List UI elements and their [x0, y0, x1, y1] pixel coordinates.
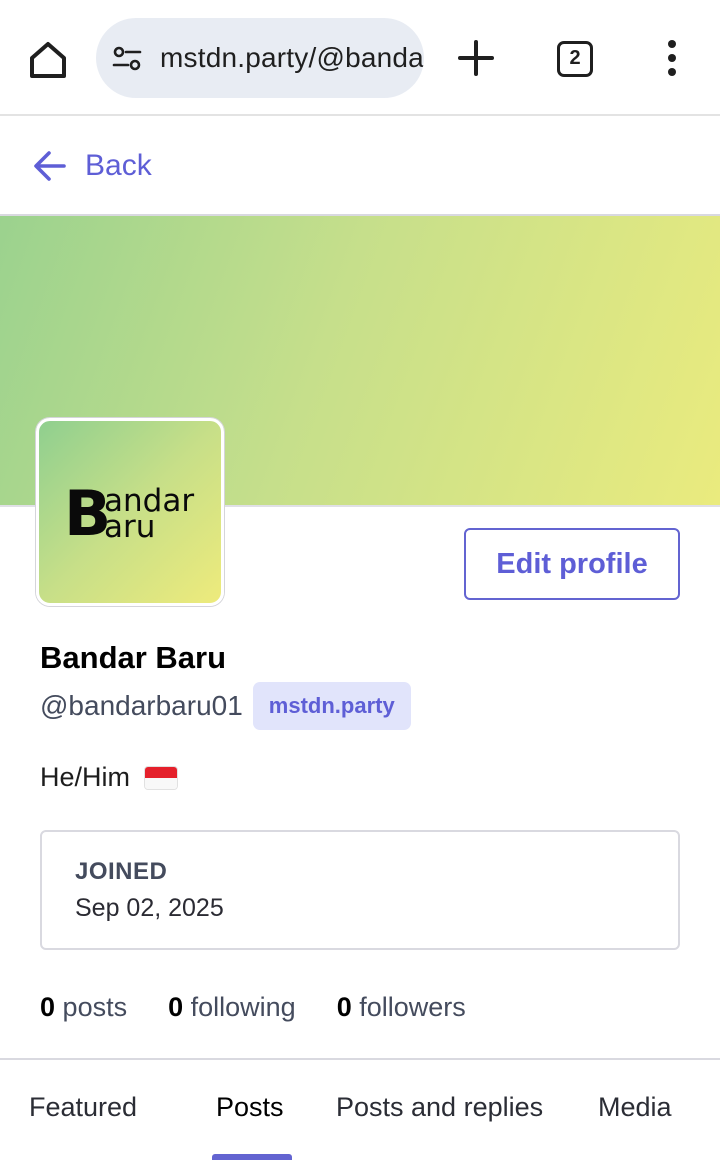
- arrow-left-icon: [34, 151, 66, 181]
- following-count-link[interactable]: 0 following: [168, 992, 296, 1023]
- column-header: Back: [0, 116, 720, 216]
- joined-label: JOINED: [75, 858, 168, 885]
- avatar-initial: B: [64, 477, 111, 550]
- tab-featured[interactable]: Featured: [29, 1092, 137, 1123]
- display-name: Bandar Baru: [40, 640, 227, 675]
- back-label: Back: [85, 149, 152, 182]
- account-handle: @bandarbaru01: [40, 690, 243, 721]
- more-menu-icon[interactable]: [660, 38, 684, 78]
- browser-toolbar: mstdn.party/@bandarbaru01 2: [0, 0, 720, 116]
- avatar-text-line2: aru: [104, 509, 156, 545]
- home-icon[interactable]: [24, 36, 72, 84]
- new-tab-icon[interactable]: [456, 38, 496, 78]
- tab-media[interactable]: Media: [598, 1092, 672, 1123]
- back-button[interactable]: Back: [32, 146, 152, 186]
- active-tab-indicator: [212, 1154, 292, 1160]
- joined-field: JOINED Sep 02, 2025: [40, 830, 680, 950]
- tab-posts-and-replies[interactable]: Posts and replies: [336, 1092, 543, 1123]
- tab-switcher-button[interactable]: 2: [557, 41, 593, 77]
- joined-date: Sep 02, 2025: [75, 894, 224, 922]
- posts-count-link[interactable]: 0 posts: [40, 992, 127, 1023]
- tab-posts[interactable]: Posts: [216, 1092, 284, 1123]
- indonesia-flag-icon: [144, 765, 179, 790]
- address-bar[interactable]: mstdn.party/@bandarbaru01: [96, 18, 424, 98]
- followers-count-link[interactable]: 0 followers: [337, 992, 466, 1023]
- bio-text: He/Him: [40, 762, 131, 792]
- profile-counts: 0 posts 0 following 0 followers: [40, 992, 507, 1023]
- edit-profile-button[interactable]: Edit profile: [464, 528, 680, 600]
- profile-bio: He/Him: [40, 762, 179, 793]
- followers-count: 0: [336, 992, 352, 1022]
- site-settings-icon[interactable]: [112, 44, 142, 74]
- url-text: mstdn.party/@bandarbaru01: [160, 42, 424, 73]
- followers-count-label: followers: [359, 992, 466, 1022]
- domain-badge[interactable]: mstdn.party: [252, 682, 411, 730]
- account-row: @bandarbaru01 mstdn.party: [40, 682, 411, 730]
- following-count: 0: [168, 992, 184, 1022]
- following-count-label: following: [190, 992, 296, 1022]
- posts-count: 0: [40, 992, 56, 1022]
- profile-tabs: Featured Posts Posts and replies Media: [0, 1058, 720, 1165]
- avatar[interactable]: B andar aru: [36, 418, 224, 606]
- posts-count-label: posts: [62, 992, 128, 1022]
